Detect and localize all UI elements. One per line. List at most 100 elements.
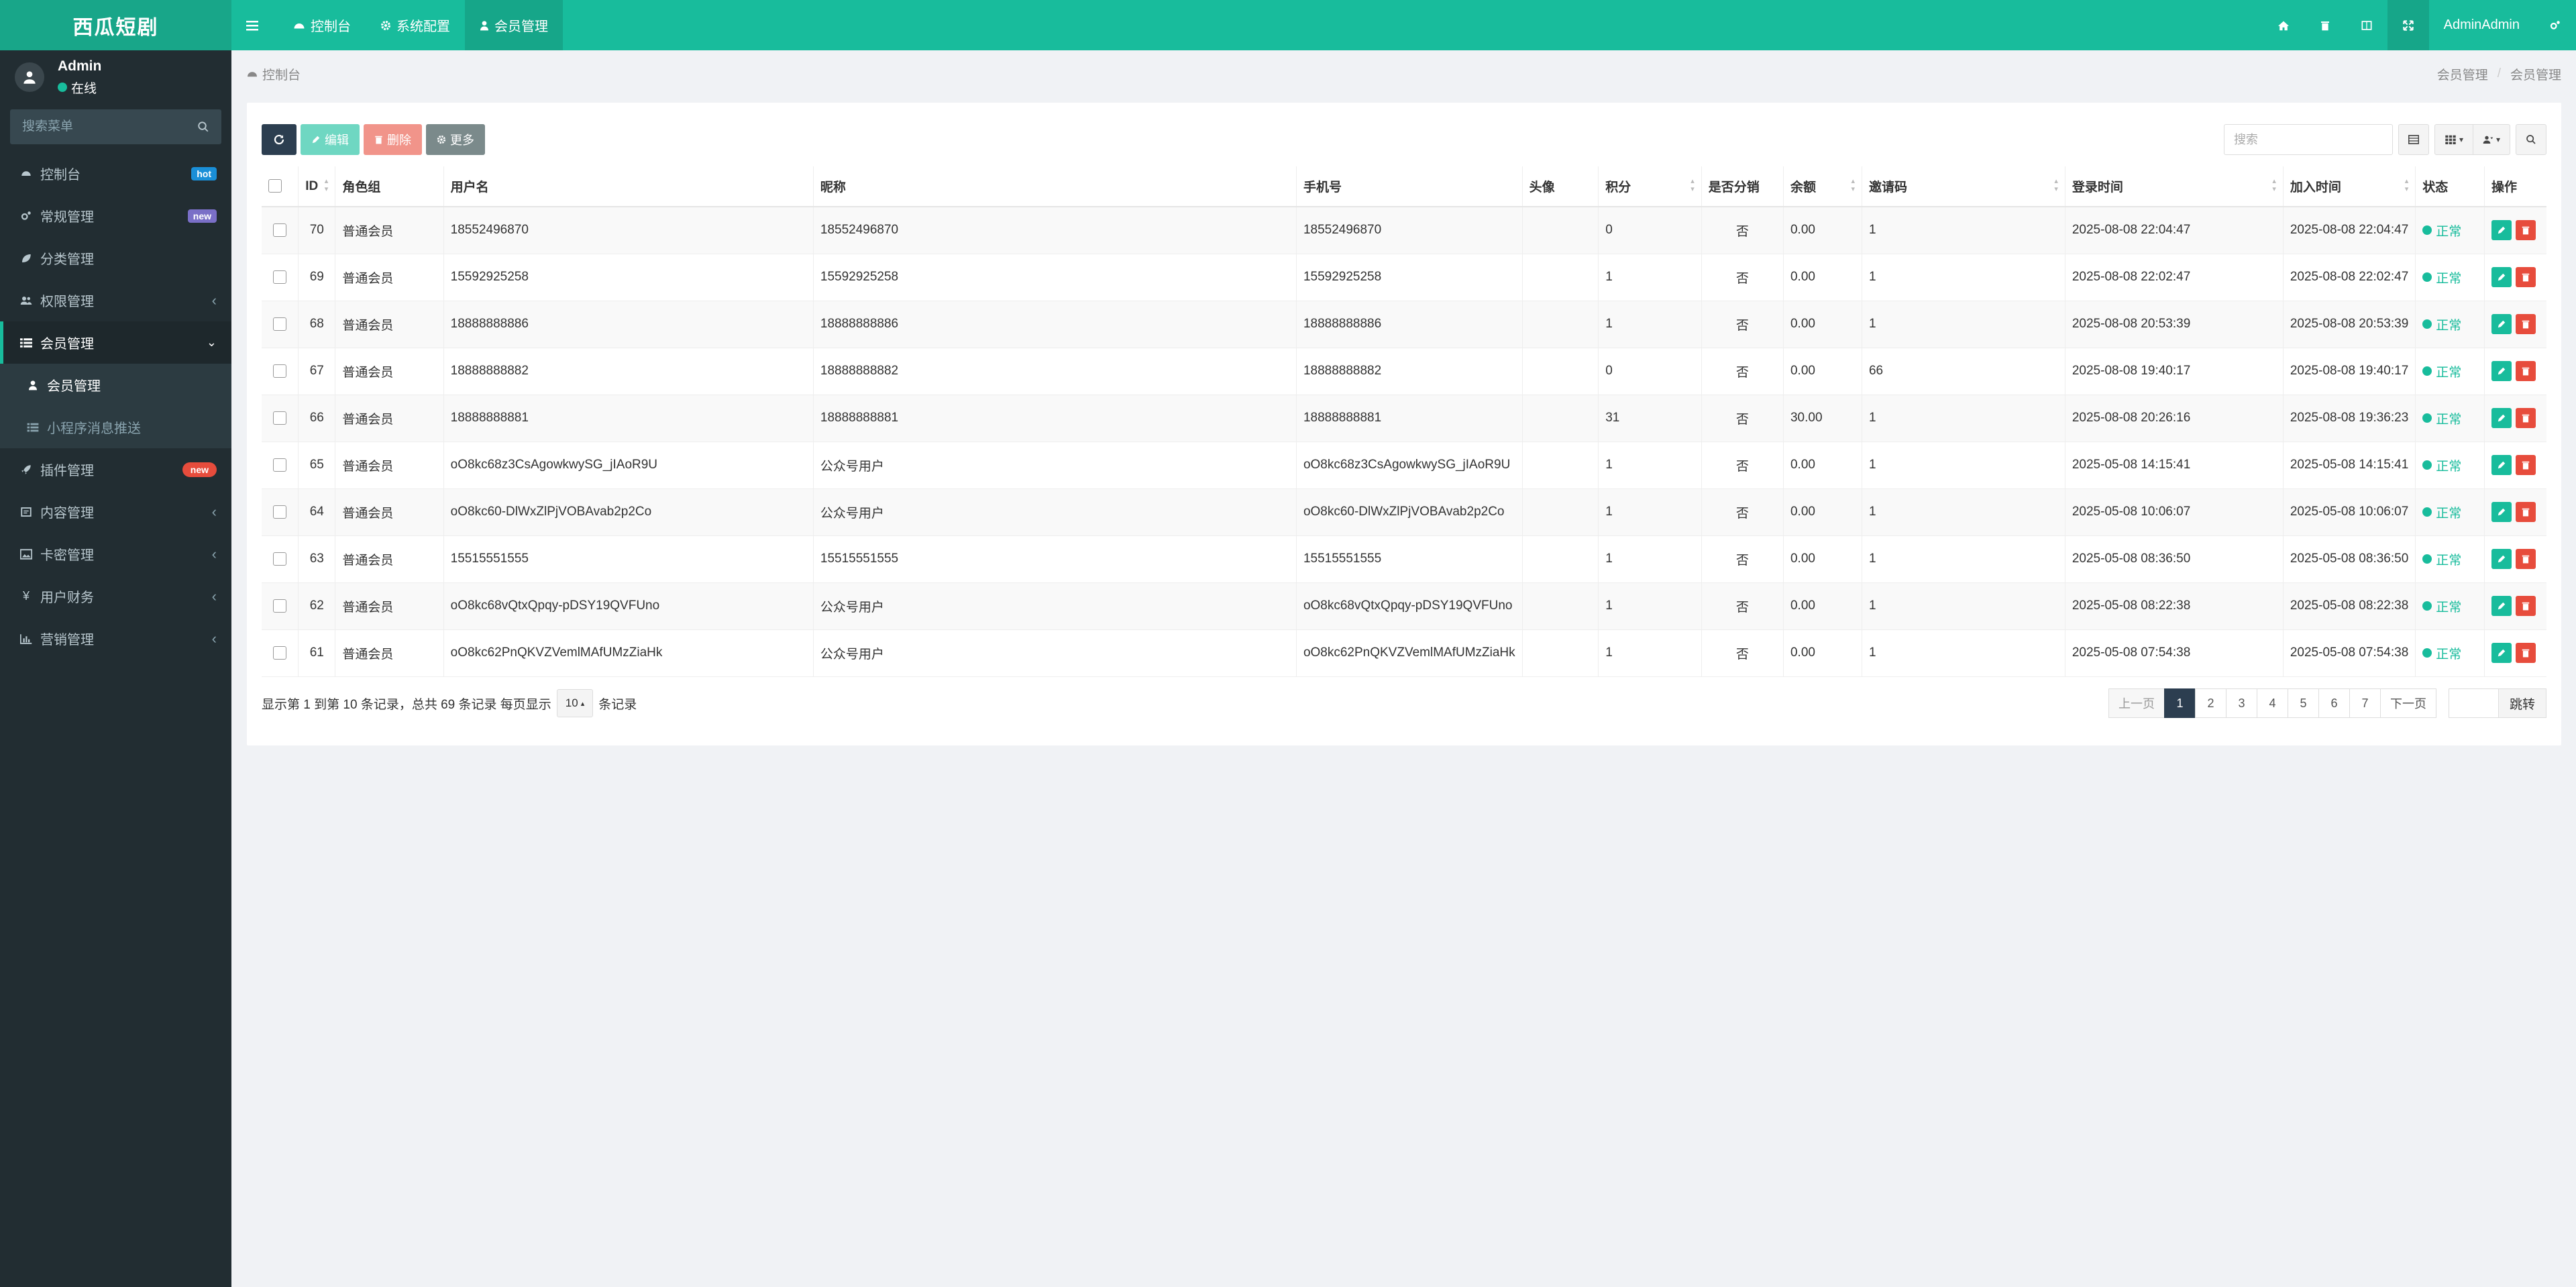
row-checkbox[interactable] (273, 552, 287, 566)
sidebar-subitem-push[interactable]: 小程序消息推送 (0, 406, 231, 448)
row-delete-button[interactable] (2516, 643, 2536, 663)
table-row[interactable]: 62 普通会员 oO8kc68vQtxQpqy-pDSY19QVFUno 公众号用户 o… (262, 582, 2546, 630)
status-badge[interactable]: 正常 (2422, 597, 2461, 615)
language-button[interactable] (2346, 0, 2387, 50)
table-row[interactable]: 70 普通会员 18552496870 18552496870 18552496870 0… (262, 207, 2546, 254)
jump-button[interactable]: 跳转 (2498, 688, 2546, 718)
sidebar-item-dashboard[interactable]: 控制台 hot (0, 152, 231, 195)
row-checkbox[interactable] (273, 599, 287, 613)
row-delete-button[interactable] (2516, 361, 2536, 381)
table-row[interactable]: 67 普通会员 18888888882 18888888882 18888888882 0… (262, 348, 2546, 395)
page-size-select[interactable]: 10 ▴ (556, 689, 594, 717)
sidebar-item-content[interactable]: 内容管理 ‹ (0, 491, 231, 533)
row-edit-button[interactable] (2491, 455, 2512, 475)
sidebar-item-general[interactable]: 常规管理 new (0, 195, 231, 237)
sidebar-search-input[interactable] (22, 119, 183, 134)
page-button[interactable]: 5 (2287, 688, 2319, 718)
columns-button[interactable]: ▾ (2434, 124, 2473, 155)
toggle-view-button[interactable] (2398, 124, 2429, 155)
status-badge[interactable]: 正常 (2422, 550, 2461, 568)
fullscreen-button[interactable] (2387, 0, 2429, 50)
select-all-checkbox[interactable] (268, 179, 282, 193)
sidebar-item-category[interactable]: 分类管理 (0, 237, 231, 279)
row-delete-button[interactable] (2516, 549, 2536, 569)
user-menu[interactable]: AdminAdmin (2429, 17, 2534, 33)
table-row[interactable]: 68 普通会员 18888888886 18888888886 18888888886 1… (262, 301, 2546, 348)
row-edit-button[interactable] (2491, 643, 2512, 663)
row-delete-button[interactable] (2516, 455, 2536, 475)
column-header[interactable]: 登录时间 (2065, 166, 2284, 207)
sidebar-item-permission[interactable]: 权限管理 ‹ (0, 279, 231, 321)
status-badge[interactable]: 正常 (2422, 362, 2461, 380)
table-row[interactable]: 66 普通会员 18888888881 18888888881 18888888881 3… (262, 395, 2546, 442)
breadcrumb-home[interactable]: 控制台 (262, 65, 301, 83)
row-delete-button[interactable] (2516, 502, 2536, 522)
refresh-button[interactable] (262, 124, 297, 155)
home-button[interactable] (2263, 0, 2304, 50)
tab-member[interactable]: 会员管理 (465, 0, 563, 50)
column-header[interactable]: 积分 (1598, 166, 1702, 207)
row-checkbox[interactable] (273, 270, 287, 284)
row-checkbox[interactable] (273, 458, 287, 472)
row-edit-button[interactable] (2491, 361, 2512, 381)
row-checkbox[interactable] (273, 505, 287, 519)
page-button[interactable]: 7 (2349, 688, 2381, 718)
page-button[interactable]: 3 (2225, 688, 2257, 718)
clear-cache-button[interactable] (2304, 0, 2346, 50)
search-icon[interactable] (197, 121, 209, 133)
sidebar-item-card[interactable]: 卡密管理 ‹ (0, 533, 231, 575)
edit-button[interactable]: 编辑 (301, 124, 360, 155)
row-checkbox[interactable] (273, 223, 287, 238)
row-edit-button[interactable] (2491, 549, 2512, 569)
row-edit-button[interactable] (2491, 220, 2512, 241)
status-badge[interactable]: 正常 (2422, 409, 2461, 427)
status-badge[interactable]: 正常 (2422, 268, 2461, 287)
more-button[interactable]: 更多 (426, 124, 485, 155)
column-header[interactable]: ID (298, 166, 336, 207)
page-button[interactable]: 4 (2256, 688, 2288, 718)
sidebar-toggle-button[interactable] (231, 0, 278, 50)
prev-page-button[interactable]: 上一页 (2108, 688, 2165, 718)
status-badge[interactable]: 正常 (2422, 644, 2461, 662)
column-header[interactable]: 余额 (1783, 166, 1862, 207)
row-delete-button[interactable] (2516, 314, 2536, 334)
page-button[interactable]: 2 (2194, 688, 2226, 718)
settings-button[interactable] (2534, 0, 2576, 50)
app-logo[interactable]: 西瓜短剧 (0, 0, 231, 50)
breadcrumb-item[interactable]: 会员管理 (2437, 65, 2488, 83)
row-checkbox[interactable] (273, 317, 287, 331)
sidebar-subitem-member[interactable]: 会员管理 (0, 364, 231, 406)
sidebar-item-member[interactable]: 会员管理 ⌄ (0, 321, 231, 364)
row-edit-button[interactable] (2491, 596, 2512, 616)
row-edit-button[interactable] (2491, 408, 2512, 428)
table-row[interactable]: 61 普通会员 oO8kc62PnQKVZVemlMAfUMzZiaHk 公众号用户 o… (262, 629, 2546, 677)
status-badge[interactable]: 正常 (2422, 503, 2461, 521)
table-row[interactable]: 65 普通会员 oO8kc68z3CsAgowkwySG_jIAoR9U 公众号用户 o… (262, 442, 2546, 489)
jump-page-input[interactable] (2448, 688, 2499, 718)
status-badge[interactable]: 正常 (2422, 456, 2461, 474)
row-checkbox[interactable] (273, 364, 287, 378)
page-button[interactable]: 6 (2318, 688, 2350, 718)
advanced-search-button[interactable] (2516, 124, 2546, 155)
export-button[interactable]: ▾ (2472, 124, 2510, 155)
page-button[interactable]: 1 (2163, 688, 2196, 718)
row-delete-button[interactable] (2516, 596, 2536, 616)
sidebar-item-finance[interactable]: ¥ 用户财务 ‹ (0, 575, 231, 617)
row-checkbox[interactable] (273, 411, 287, 425)
sidebar-item-plugin[interactable]: 插件管理 new (0, 448, 231, 491)
column-header[interactable]: 加入时间 (2283, 166, 2416, 207)
status-badge[interactable]: 正常 (2422, 221, 2461, 240)
table-search-input[interactable] (2223, 124, 2393, 155)
table-row[interactable]: 63 普通会员 15515551555 15515551555 15515551555 1… (262, 535, 2546, 583)
row-checkbox[interactable] (273, 646, 287, 660)
tab-system-config[interactable]: 系统配置 (366, 0, 465, 50)
row-delete-button[interactable] (2516, 408, 2536, 428)
sidebar-item-marketing[interactable]: 营销管理 ‹ (0, 617, 231, 660)
delete-button[interactable]: 删除 (364, 124, 422, 155)
row-delete-button[interactable] (2516, 220, 2536, 241)
row-edit-button[interactable] (2491, 502, 2512, 522)
status-badge[interactable]: 正常 (2422, 315, 2461, 333)
tab-dashboard[interactable]: 控制台 (278, 0, 366, 50)
row-edit-button[interactable] (2491, 314, 2512, 334)
row-delete-button[interactable] (2516, 267, 2536, 287)
